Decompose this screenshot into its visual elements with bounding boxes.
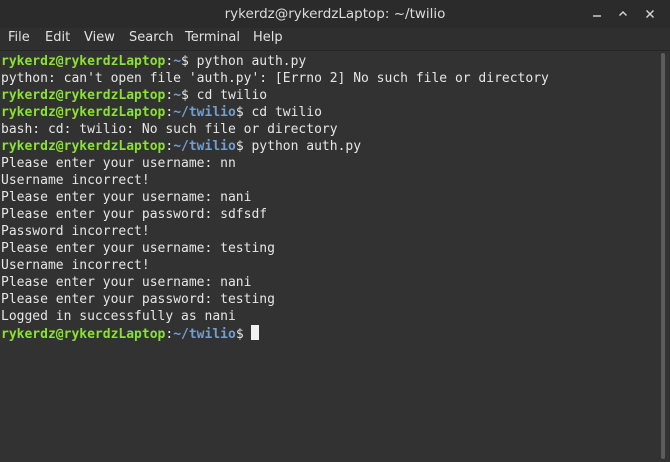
prompt-command: $ python auth.py bbox=[181, 54, 307, 69]
terminal-line: Username incorrect! bbox=[1, 258, 150, 273]
terminal-line: rykerdz@rykerdzLaptop:~/twilio$ bbox=[1, 325, 260, 342]
prompt-path: ~/twilio bbox=[173, 327, 236, 342]
terminal-line: Password incorrect! bbox=[1, 224, 150, 239]
prompt-user: rykerdz@rykerdzLaptop bbox=[1, 139, 166, 154]
prompt-path: ~/twilio bbox=[173, 105, 236, 120]
close-icon bbox=[646, 10, 654, 18]
menu-view[interactable]: View bbox=[84, 28, 115, 50]
menu-terminal[interactable]: Terminal bbox=[185, 28, 240, 50]
prompt-user: rykerdz@rykerdzLaptop bbox=[1, 88, 166, 103]
prompt-command: $ python auth.py bbox=[235, 139, 362, 154]
prompt-path: ~ bbox=[173, 88, 182, 103]
terminal-line: Username incorrect! bbox=[1, 173, 150, 188]
terminal-line: rykerdz@rykerdzLaptop:~/twilio$ python a… bbox=[1, 138, 361, 155]
terminal-line: Please enter your username: nn bbox=[1, 156, 236, 171]
menu-search[interactable]: Search bbox=[129, 28, 174, 50]
menu-bar: File Edit View Search Terminal Help bbox=[0, 28, 670, 51]
menu-edit[interactable]: Edit bbox=[45, 28, 70, 50]
terminal-line: python: can't open file 'auth.py': [Errn… bbox=[1, 71, 549, 86]
terminal-line: rykerdz@rykerdzLaptop:~/twilio$ cd twili… bbox=[1, 104, 322, 121]
prompt-path: ~ bbox=[173, 54, 182, 69]
terminal-line: rykerdz@rykerdzLaptop:~$ cd twilio bbox=[1, 87, 267, 104]
scrollbar[interactable] bbox=[656, 51, 670, 462]
window-title: rykerdz@rykerdzLaptop: ~/twilio bbox=[224, 6, 446, 22]
terminal-line: rykerdz@rykerdzLaptop:~$ python auth.py bbox=[1, 53, 306, 70]
prompt-user: rykerdz@rykerdzLaptop bbox=[1, 105, 166, 120]
terminal-output[interactable]: rykerdz@rykerdzLaptop:~$ python auth.py … bbox=[0, 51, 656, 462]
prompt-path: ~/twilio bbox=[173, 139, 236, 154]
menu-help[interactable]: Help bbox=[253, 28, 283, 50]
close-button[interactable] bbox=[640, 0, 660, 28]
terminal-line: Please enter your username: nani bbox=[1, 190, 252, 205]
title-bar[interactable]: rykerdz@rykerdzLaptop: ~/twilio bbox=[0, 0, 670, 28]
terminal-line: Please enter your password: sdfsdf bbox=[1, 207, 268, 222]
text-cursor bbox=[251, 325, 260, 340]
prompt-command: $ bbox=[235, 327, 252, 342]
prompt-user: rykerdz@rykerdzLaptop bbox=[1, 54, 166, 69]
minimize-button[interactable] bbox=[587, 0, 607, 28]
terminal-line: Please enter your username: testing bbox=[1, 241, 275, 256]
prompt-command: $ cd twilio bbox=[235, 105, 322, 120]
minimize-icon bbox=[593, 15, 601, 17]
terminal-line: Please enter your password: testing bbox=[1, 292, 275, 307]
maximize-icon bbox=[619, 11, 627, 16]
terminal-line: Please enter your username: nani bbox=[1, 275, 252, 290]
prompt-user: rykerdz@rykerdzLaptop bbox=[1, 327, 166, 342]
menu-file[interactable]: File bbox=[8, 28, 30, 50]
terminal-line: bash: cd: twilio: No such file or direct… bbox=[1, 122, 338, 137]
prompt-command: $ cd twilio bbox=[181, 88, 268, 103]
maximize-button[interactable] bbox=[613, 0, 633, 28]
terminal-window: rykerdz@rykerdzLaptop: ~/twilio File Edi… bbox=[0, 0, 670, 462]
scrollbar-thumb[interactable] bbox=[661, 53, 665, 459]
terminal-line: Logged in successfully as nani bbox=[1, 309, 236, 324]
